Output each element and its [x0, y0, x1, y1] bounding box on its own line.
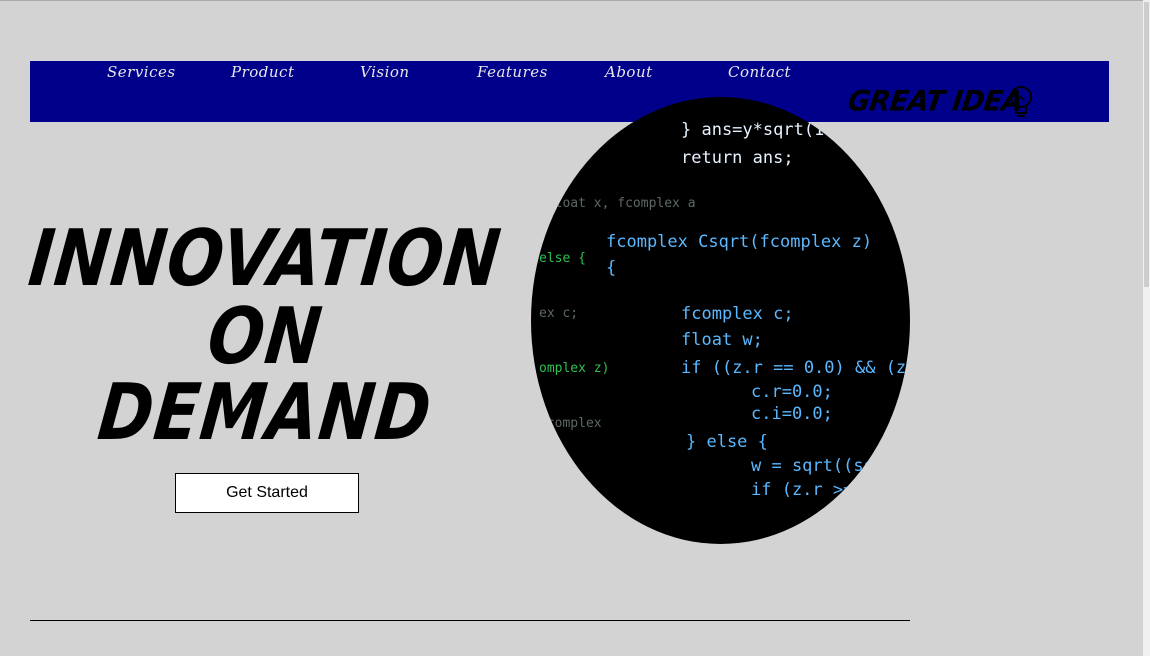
code-line: if (z.r >= 0.0) { [751, 480, 910, 500]
code-image-graphic: (float x, fcomplex a else { ex c; omplex z)… [539, 120, 910, 500]
code-line-dim: fcomplex [539, 416, 602, 431]
code-line: } else { [686, 432, 768, 452]
code-line-dim: float [539, 471, 578, 486]
nav-item-features[interactable]: Features [477, 63, 548, 81]
code-line: c.r=0.0; [751, 382, 833, 402]
hero-title-line-3: DEMAND [93, 366, 437, 458]
nav-item-services[interactable]: Services [107, 63, 176, 81]
hero-title-line-2: ON [203, 290, 327, 382]
scrollbar-thumb[interactable] [1144, 2, 1149, 287]
code-line: float w; [681, 330, 763, 350]
get-started-button[interactable]: Get Started [175, 473, 359, 513]
top-border [0, 0, 1150, 1]
code-line-dim: omplex z) [539, 361, 609, 376]
nav-item-vision[interactable]: Vision [360, 63, 410, 81]
code-line: c.i=0.0; [751, 404, 833, 424]
lightbulb-icon [1010, 86, 1032, 117]
code-line: fcomplex c; [681, 304, 794, 324]
nav-item-contact[interactable]: Contact [728, 63, 791, 81]
code-line: fcomplex Csqrt(fcomplex z) [606, 232, 872, 252]
code-line: { [606, 258, 616, 278]
logo-text[interactable]: GREAT IDEA [846, 85, 1025, 118]
nav-item-product[interactable]: Product [231, 63, 295, 81]
code-line: } ans=y*sqrt(1.0+temp* [681, 120, 906, 140]
code-line: return ans; [681, 148, 794, 168]
vertical-scrollbar[interactable] [1143, 0, 1150, 656]
hero-title-line-1: INNOVATION [24, 212, 506, 304]
code-line-dim: else { [539, 251, 586, 266]
code-line-dim: ex c; [539, 306, 578, 321]
nav-item-about[interactable]: About [605, 63, 653, 81]
top-navbar: Services Product Vision Features About C… [30, 61, 1109, 122]
code-image: (float x, fcomplex a else { ex c; omplex z)… [531, 97, 910, 544]
code-line-dim: (float x, fcomplex a [539, 196, 696, 211]
code-line: w = sqrt((sqrt(z.r*z [751, 456, 910, 476]
section-divider [30, 620, 910, 621]
code-line: if ((z.r == 0.0) && (z.i == 0.0) { [681, 358, 910, 378]
